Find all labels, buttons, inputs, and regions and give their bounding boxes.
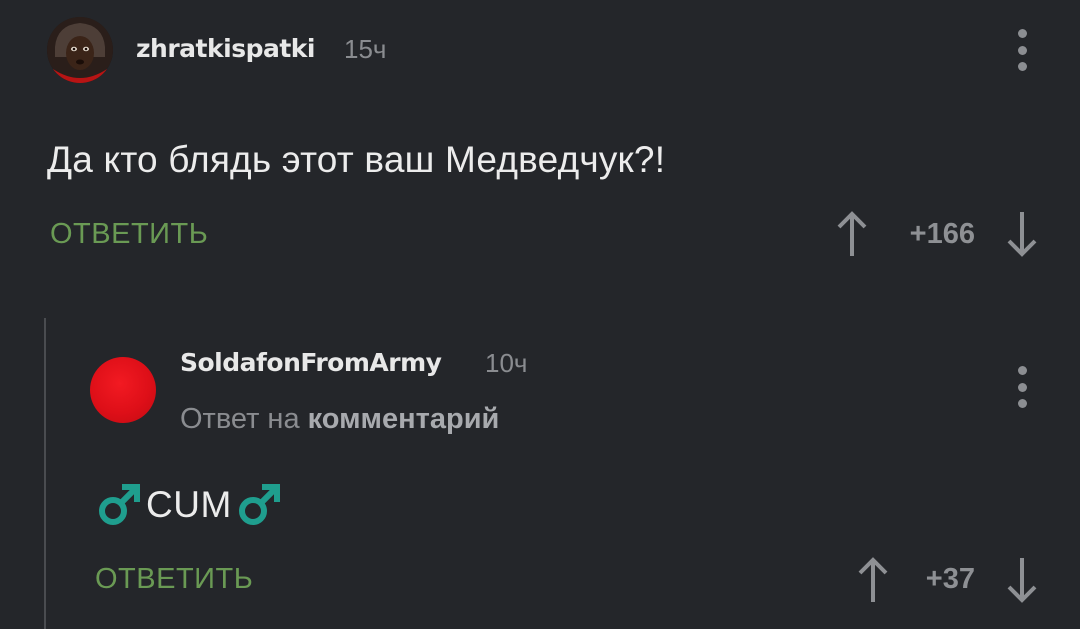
reply-rating: +37 bbox=[925, 563, 975, 595]
thread-line bbox=[44, 318, 46, 629]
comment-menu-button[interactable] bbox=[1016, 29, 1028, 71]
more-vert-icon bbox=[1017, 29, 1027, 38]
reply-to-link[interactable]: комментарий bbox=[308, 403, 500, 435]
more-vert-icon bbox=[1017, 366, 1027, 375]
reply-author[interactable]: SoldafonFromArmy bbox=[180, 348, 442, 377]
reply-menu-button[interactable] bbox=[1016, 366, 1028, 408]
reply-body: CUM bbox=[96, 482, 282, 528]
comment-reply-button[interactable]: ОТВЕТИТЬ bbox=[50, 218, 208, 251]
comment-author[interactable]: zhratkispatki bbox=[136, 34, 316, 63]
comment-rating: +166 bbox=[909, 218, 975, 250]
reply-text: CUM bbox=[146, 484, 232, 525]
reply-reply-button[interactable]: ОТВЕТИТЬ bbox=[95, 563, 253, 596]
arrow-down-icon[interactable] bbox=[1005, 210, 1039, 258]
reply-time: 10ч bbox=[485, 348, 528, 378]
comment-time: 15ч bbox=[344, 34, 387, 64]
arrow-down-icon[interactable] bbox=[1005, 556, 1039, 604]
reply-to-prefix: Ответ на bbox=[180, 403, 300, 435]
arrow-up-icon[interactable] bbox=[856, 556, 890, 604]
male-sign-icon bbox=[238, 484, 280, 525]
comment-body: Да кто блядь этот ваш Медведчук?! bbox=[47, 139, 666, 180]
arrow-up-icon[interactable] bbox=[835, 210, 869, 258]
comments-page: zhratkispatki 15ч Да кто блядь этот ваш … bbox=[0, 0, 1080, 629]
avatar[interactable] bbox=[47, 17, 113, 83]
avatar[interactable] bbox=[90, 357, 156, 423]
reply-to-info: Ответ на комментарий bbox=[180, 403, 499, 436]
male-sign-icon bbox=[99, 484, 140, 525]
